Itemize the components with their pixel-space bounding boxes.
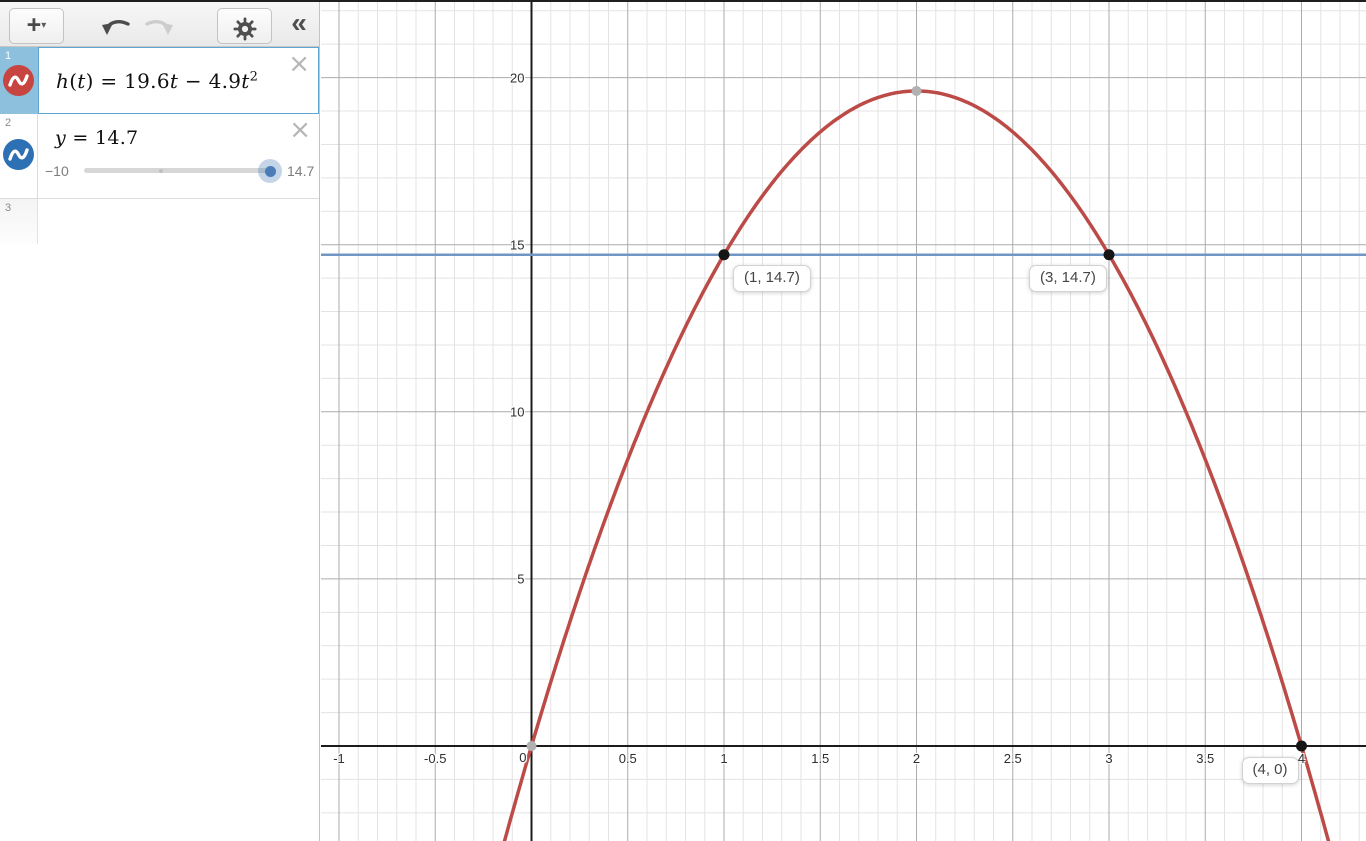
slider-value-label: 14.7	[287, 163, 315, 179]
slider-track[interactable]	[84, 168, 276, 173]
plus-icon: +	[26, 11, 42, 39]
add-expression-button[interactable]: +▾	[9, 8, 64, 44]
expression-3-cell[interactable]	[38, 199, 319, 244]
slider-handle-dot	[264, 165, 276, 177]
graph-point[interactable]	[1296, 740, 1307, 752]
curve-color-icon-red[interactable]	[3, 65, 34, 96]
settings-button[interactable]	[217, 8, 272, 44]
expression-1-gutter: 1	[0, 47, 38, 114]
graph-point[interactable]	[526, 741, 537, 751]
expression-1-number: 1	[5, 50, 12, 62]
expression-3-gutter: 3	[0, 199, 38, 244]
collapse-sidebar-button[interactable]: «	[282, 4, 316, 42]
expression-2-equation: y = 14.7	[55, 127, 139, 149]
graph-plot[interactable]	[321, 2, 1366, 841]
gear-icon	[233, 17, 256, 40]
caret-down-icon: ▾	[41, 20, 47, 31]
slider-min-label[interactable]: −10	[45, 163, 69, 179]
close-expression-2-icon[interactable]: ×	[289, 117, 311, 143]
expression-3-number: 3	[5, 202, 12, 214]
expression-row-1[interactable]: 1 h(t) = 19.6t − 4.9t2 ×	[0, 47, 319, 114]
sidebar-toolbar: +▾ «	[0, 2, 319, 47]
expression-row-2[interactable]: 2 y = 14.7 × −10 14.7	[0, 114, 319, 199]
slider-handle[interactable]	[258, 159, 282, 183]
expression-1-equation: h(t) = 19.6t − 4.9t2	[56, 68, 259, 93]
slider-zero-tick	[159, 169, 163, 173]
expression-2-gutter: 2	[0, 114, 38, 198]
graph-point[interactable]	[1103, 249, 1115, 261]
undo-icon[interactable]	[101, 14, 135, 43]
graphing-calculator-app: +▾ « 1 h(t) = 19.6t − 4.9t2 × 2 y = 14.7…	[0, 0, 1366, 841]
graph-point[interactable]	[911, 85, 922, 96]
expression-2-number: 2	[5, 117, 12, 129]
curve-color-icon-blue[interactable]	[3, 139, 34, 170]
close-expression-1-icon[interactable]: ×	[288, 51, 310, 77]
expression-row-3[interactable]: 3	[0, 199, 319, 244]
expression-sidebar: +▾ « 1 h(t) = 19.6t − 4.9t2 × 2 y = 14.7…	[0, 2, 320, 841]
expression-2-cell[interactable]: y = 14.7 × −10 14.7	[38, 114, 319, 198]
redo-icon[interactable]	[140, 14, 174, 43]
graph-point[interactable]	[718, 249, 730, 261]
graph-canvas[interactable]: -1 -0.5 0.5 1 1.5 2 2.5 3 3.5 4 5 10 15 20 0 (1, 14.7)(…	[321, 2, 1366, 841]
expression-1-cell[interactable]: h(t) = 19.6t − 4.9t2 ×	[38, 47, 319, 114]
